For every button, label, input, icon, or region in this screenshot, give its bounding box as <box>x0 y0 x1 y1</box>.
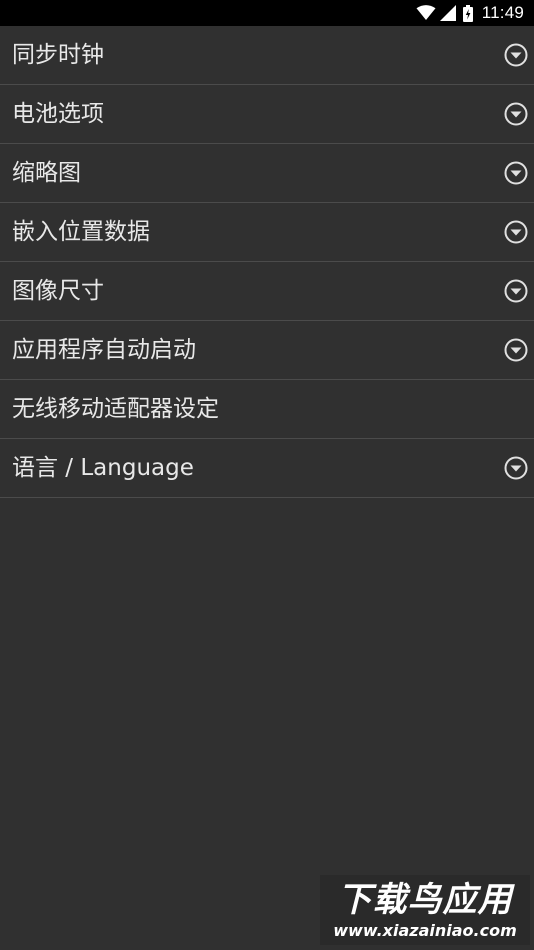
setting-label: 嵌入位置数据 <box>12 219 150 245</box>
chevron-down-circle-icon[interactable] <box>504 338 528 362</box>
watermark-title: 下载鸟应用 <box>337 880 513 920</box>
signal-icon <box>439 5 456 21</box>
setting-battery-options[interactable]: 电池选项 <box>0 85 534 144</box>
setting-label: 语言 / Language <box>12 455 194 481</box>
chevron-down-circle-icon[interactable] <box>504 279 528 303</box>
setting-label: 应用程序自动启动 <box>12 337 196 363</box>
watermark-logo: 下载鸟应用 www.xiazainiao.com <box>320 875 530 945</box>
status-bar: 11:49 <box>0 0 534 26</box>
chevron-down-circle-icon[interactable] <box>504 43 528 67</box>
setting-label: 同步时钟 <box>12 42 104 68</box>
setting-label: 无线移动适配器设定 <box>12 396 219 422</box>
settings-list: 同步时钟 电池选项 缩略图 嵌入位置数据 图像尺寸 应用程序自动启动 无线移动适… <box>0 26 534 498</box>
setting-language[interactable]: 语言 / Language <box>0 439 534 498</box>
setting-sync-clock[interactable]: 同步时钟 <box>0 26 534 85</box>
chevron-down-circle-icon[interactable] <box>504 456 528 480</box>
battery-charging-icon <box>462 4 473 22</box>
setting-embed-location[interactable]: 嵌入位置数据 <box>0 203 534 262</box>
chevron-down-circle-icon[interactable] <box>504 220 528 244</box>
chevron-down-circle-icon[interactable] <box>504 161 528 185</box>
setting-image-size[interactable]: 图像尺寸 <box>0 262 534 321</box>
setting-label: 电池选项 <box>12 101 104 127</box>
setting-label: 图像尺寸 <box>12 278 104 304</box>
setting-label: 缩略图 <box>12 160 81 186</box>
chevron-down-circle-icon[interactable] <box>504 102 528 126</box>
setting-thumbnail[interactable]: 缩略图 <box>0 144 534 203</box>
wifi-icon <box>416 5 436 21</box>
watermark-url: www.xiazainiao.com <box>333 921 517 940</box>
setting-wireless-adapter[interactable]: 无线移动适配器设定 <box>0 380 534 439</box>
setting-app-autostart[interactable]: 应用程序自动启动 <box>0 321 534 380</box>
status-time: 11:49 <box>481 3 524 22</box>
